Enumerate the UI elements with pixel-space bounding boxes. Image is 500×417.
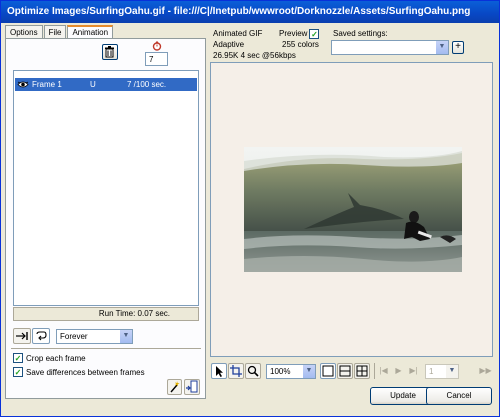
saved-settings-label: Saved settings: xyxy=(333,29,388,38)
trash-icon xyxy=(105,46,114,58)
preview-label: Preview xyxy=(279,29,308,38)
preview-toggle[interactable]: Preview ✓ xyxy=(279,29,322,39)
format-label: Animated GIF xyxy=(213,29,263,38)
crop-each-frame-option[interactable]: ✓ Crop each frame xyxy=(13,353,86,363)
cancel-button[interactable]: Cancel xyxy=(426,387,492,405)
frame-delay-icon xyxy=(152,41,162,51)
next-frame-button[interactable]: ▶▶ xyxy=(479,364,492,378)
magnifier-icon xyxy=(247,365,259,377)
crop-tool-button[interactable] xyxy=(228,363,244,379)
next-frame-icon: ▶▶ xyxy=(479,366,492,375)
image-preview[interactable] xyxy=(210,62,493,357)
loop-count-select[interactable]: Forever ▼ xyxy=(56,329,133,344)
auto-crop-button[interactable] xyxy=(167,379,182,395)
plus-icon: + xyxy=(455,41,461,52)
colors-count-label: 255 colors xyxy=(282,40,319,49)
animation-tab-panel: 7 Frame 1 U 7 /100 sec. Run Time: 0.07 s… xyxy=(5,38,206,399)
pointer-icon xyxy=(216,366,223,377)
frame-select[interactable]: 1 ▼ xyxy=(425,364,459,379)
zoom-value: 100% xyxy=(270,367,291,376)
save-differences-option[interactable]: ✓ Save differences between frames xyxy=(13,367,145,377)
magic-wand-icon xyxy=(170,381,180,393)
export-frames-icon xyxy=(186,380,198,393)
four-up-view-icon xyxy=(356,365,368,377)
palette-label: Adaptive xyxy=(213,40,245,49)
tab-animation[interactable]: Animation xyxy=(67,25,114,39)
eye-icon[interactable] xyxy=(17,80,29,89)
play-button[interactable]: ▶ xyxy=(392,364,405,378)
preview-checkbox[interactable]: ✓ xyxy=(309,29,320,39)
arrow-to-end-icon xyxy=(16,332,28,340)
two-up-view-icon xyxy=(339,365,351,377)
add-saved-setting-button[interactable]: + xyxy=(452,41,464,54)
tab-strip: Options File Animation xyxy=(5,25,114,39)
save-differences-checkbox[interactable]: ✓ xyxy=(13,367,23,377)
crop-icon xyxy=(230,365,242,377)
run-time-status: Run Time: 0.07 sec. xyxy=(13,307,199,321)
last-frame-icon: ▶| xyxy=(409,366,418,375)
divider xyxy=(11,348,201,349)
loop-button[interactable] xyxy=(32,328,50,344)
distribute-to-frames-button[interactable] xyxy=(184,379,200,395)
left-panel: Options File Animation 7 Frame 1 U 7 /10… xyxy=(5,25,206,399)
frame-delay[interactable]: 7 /100 sec. xyxy=(127,78,166,91)
surfing-photo xyxy=(244,147,462,272)
file-size-label: 26.95K 4 sec @56kbps xyxy=(213,51,296,60)
two-up-view-button[interactable] xyxy=(337,363,353,379)
frame-name: Frame 1 xyxy=(32,80,62,89)
frame-delay-field[interactable]: 7 xyxy=(145,52,168,66)
tab-options[interactable]: Options xyxy=(5,25,43,39)
toolbar-divider xyxy=(374,363,375,379)
play-once-button[interactable] xyxy=(13,328,31,344)
frames-list[interactable]: Frame 1 U 7 /100 sec. xyxy=(13,70,199,306)
single-view-button[interactable] xyxy=(320,363,336,379)
optimize-images-dialog: Optimize Images/SurfingOahu.gif - file:/… xyxy=(0,0,500,417)
pointer-tool-button[interactable] xyxy=(211,363,227,379)
loop-icon xyxy=(36,331,47,341)
chevron-down-icon: ▼ xyxy=(435,41,448,54)
chevron-down-icon: ▼ xyxy=(445,365,458,378)
window-title: Optimize Images/SurfingOahu.gif - file:/… xyxy=(1,1,499,23)
tab-file[interactable]: File xyxy=(43,25,67,39)
surfing-image xyxy=(244,147,462,272)
four-up-view-button[interactable] xyxy=(354,363,370,379)
first-frame-button[interactable]: |◀ xyxy=(377,364,390,378)
frame-row[interactable]: Frame 1 U 7 /100 sec. xyxy=(15,78,197,91)
crop-each-frame-label: Crop each frame xyxy=(26,353,86,363)
single-view-icon xyxy=(322,365,334,377)
last-frame-button[interactable]: ▶| xyxy=(407,364,420,378)
loop-count-value: Forever xyxy=(60,332,88,341)
frame-select-value: 1 xyxy=(429,367,434,376)
chevron-down-icon: ▼ xyxy=(302,365,315,378)
saved-settings-select[interactable]: ▼ xyxy=(331,40,449,55)
save-differences-label: Save differences between frames xyxy=(26,367,145,377)
zoom-select[interactable]: 100% ▼ xyxy=(266,364,316,379)
first-frame-icon: |◀ xyxy=(379,366,388,375)
zoom-tool-button[interactable] xyxy=(245,363,261,379)
crop-each-frame-checkbox[interactable]: ✓ xyxy=(13,353,23,363)
chevron-down-icon: ▼ xyxy=(119,330,132,343)
delete-frame-button[interactable] xyxy=(102,44,118,60)
play-icon: ▶ xyxy=(395,366,402,375)
frame-disposal[interactable]: U xyxy=(90,78,96,91)
